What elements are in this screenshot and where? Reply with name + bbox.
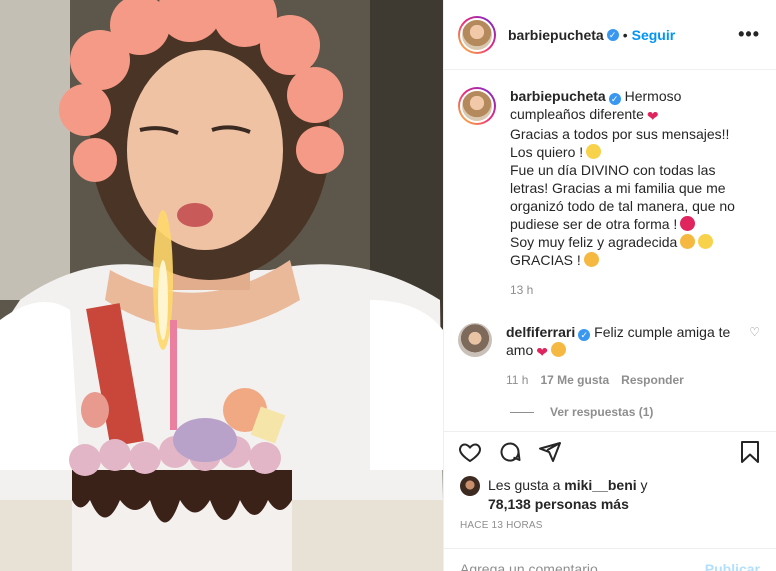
post-sidebar: barbiepucheta ✓ • Seguir ••• barbiepuche… [443, 0, 776, 571]
liker-username[interactable]: miki__beni [564, 477, 636, 493]
view-replies-label: Ver respuestas (1) [550, 405, 654, 419]
post-header: barbiepucheta ✓ • Seguir ••• [444, 0, 776, 70]
caption-time[interactable]: 13 h [510, 281, 755, 299]
caption-username[interactable]: barbiepucheta [510, 88, 606, 104]
kiss-icon [680, 216, 696, 231]
comments-area[interactable]: barbiepucheta ✓ Hermoso cumpleaños difere… [444, 71, 776, 431]
verified-badge-icon: ✓ [608, 93, 621, 105]
liker-avatar[interactable] [460, 476, 480, 496]
heart-eyes-face-icon [583, 252, 599, 267]
like-icon[interactable] [458, 440, 482, 464]
comment-like-icon[interactable]: ♡ [749, 323, 760, 361]
verified-badge-icon: ✓ [578, 329, 591, 341]
caption-avatar[interactable] [458, 87, 496, 125]
heart-eyes-face-icon [550, 342, 566, 357]
comment-likes-count[interactable]: 17 Me gusta [540, 371, 609, 389]
caption-line-4: Soy muy feliz y agradecida [510, 234, 678, 250]
post-photo[interactable] [0, 0, 443, 571]
caption-line-5: GRACIAS ! [510, 252, 581, 268]
publish-button[interactable]: Publicar [705, 561, 760, 571]
bookmark-icon[interactable] [738, 440, 762, 464]
caption: barbiepucheta ✓ Hermoso cumpleaños difere… [458, 87, 760, 299]
commenter-username[interactable]: delfiferrari [506, 324, 575, 340]
share-icon[interactable] [538, 440, 562, 464]
commenter-avatar[interactable] [458, 323, 492, 357]
more-options-icon[interactable]: ••• [738, 24, 760, 45]
likes-summary: Les gusta a miki__beni y 78,138 personas… [460, 476, 760, 514]
smiling-hearts-face-icon [680, 234, 696, 249]
action-bar [444, 431, 776, 471]
post-image [0, 0, 443, 571]
red-heart-icon: ❤ [646, 108, 659, 124]
sparkles-icon [698, 234, 714, 249]
likes-prefix: Les gusta a [488, 477, 561, 493]
separator-dot: • [622, 26, 628, 43]
red-heart-icon: ❤ [536, 344, 548, 360]
comment-time[interactable]: 11 h [506, 371, 528, 389]
comment-input[interactable] [460, 560, 705, 571]
comment-item: delfiferrari ✓ Feliz cumple amiga te amo ❤… [458, 323, 760, 389]
verified-badge-icon: ✓ [606, 28, 619, 41]
author-username[interactable]: barbiepucheta [508, 27, 604, 43]
view-replies-button[interactable]: Ver respuestas (1) [510, 405, 760, 419]
comment-icon[interactable] [498, 440, 522, 464]
comment-meta: 11 h 17 Me gusta Responder [506, 371, 760, 389]
likes-conj: y [640, 477, 648, 493]
add-comment-bar: Publicar [444, 548, 776, 571]
follow-button[interactable]: Seguir [632, 27, 676, 43]
post-timestamp[interactable]: HACE 13 HORAS [460, 520, 543, 531]
replies-line [510, 411, 534, 413]
sparkles-icon [586, 144, 602, 159]
author-avatar[interactable] [458, 15, 496, 54]
caption-line-2: Gracias a todos por sus mensajes!! Los q… [510, 126, 730, 160]
caption-line-3: Fue un día DIVINO con todas las letras! … [510, 162, 735, 232]
reply-button[interactable]: Responder [621, 371, 684, 389]
likes-count[interactable]: 78,138 personas más [488, 496, 629, 512]
